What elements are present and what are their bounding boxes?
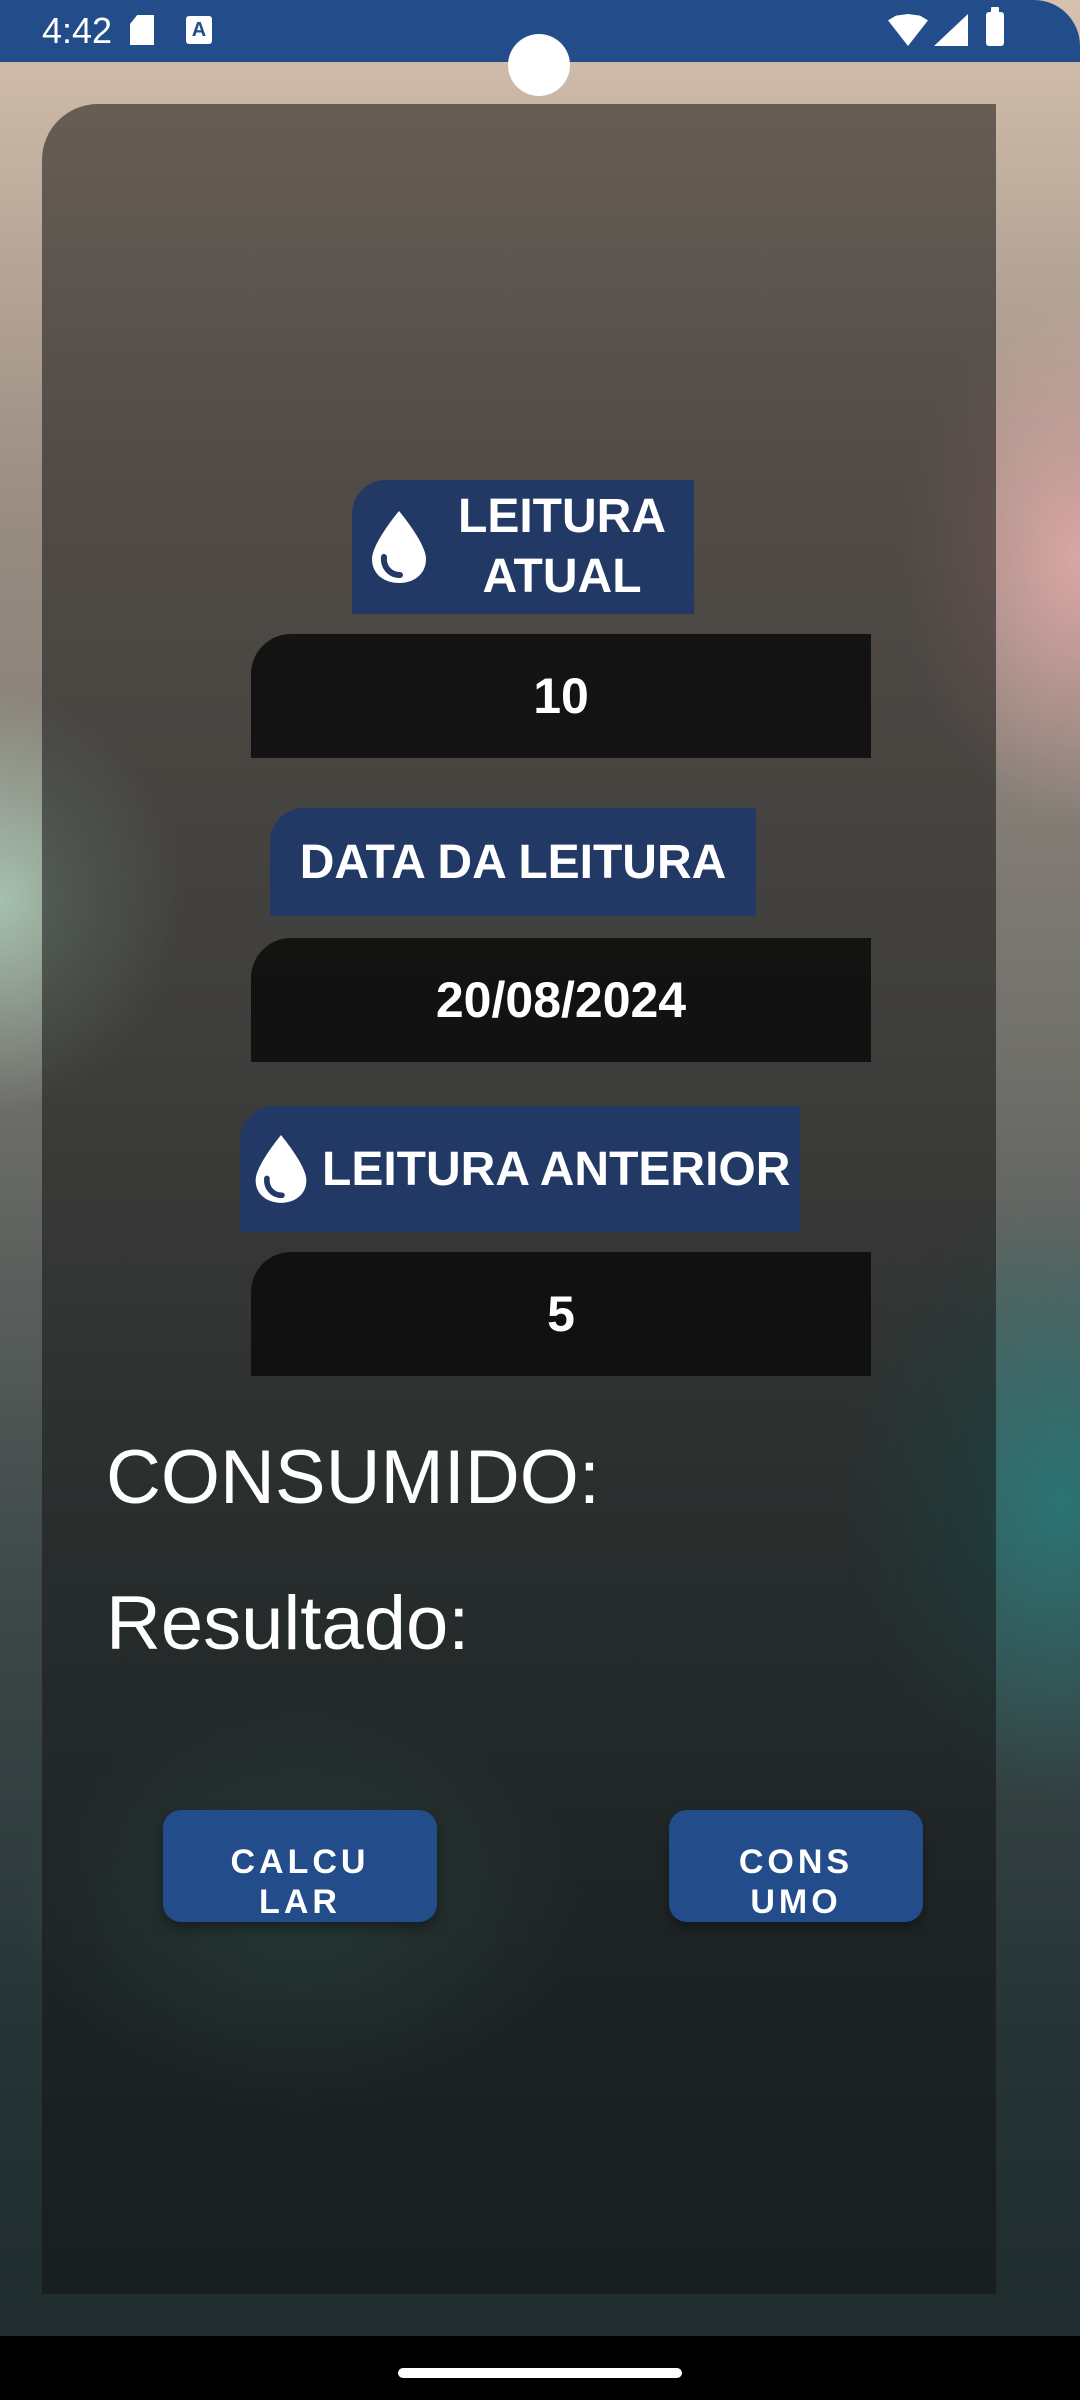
previous-reading-input[interactable]: 5	[251, 1252, 871, 1376]
reading-date-input[interactable]: 20/08/2024	[251, 938, 871, 1062]
previous-reading-label: LEITURA ANTERIOR	[240, 1106, 800, 1232]
app-screen: 4:42 A LEITURA ATUAL 10 DATA DA LEITURA …	[0, 0, 1080, 2400]
consumption-button-label: CONSUMO	[738, 1843, 854, 1921]
previous-reading-label-text: LEITURA ANTERIOR	[322, 1142, 791, 1196]
home-gesture-handle[interactable]	[398, 2368, 682, 2378]
camera-cutout	[508, 34, 570, 96]
text-a-icon: A	[186, 16, 212, 44]
navigation-bar	[0, 2336, 1080, 2400]
current-reading-value: 10	[533, 668, 589, 724]
current-reading-label-text: LEITURA ATUAL	[458, 490, 666, 603]
water-drop-icon	[255, 1135, 307, 1203]
wifi-icon	[888, 14, 928, 46]
result-label: Resultado:	[106, 1581, 470, 1666]
reading-date-value: 20/08/2024	[435, 972, 687, 1028]
calculate-button-label: CALCULAR	[230, 1843, 370, 1921]
calculate-button[interactable]: CALCULAR	[163, 1810, 437, 1922]
current-reading-input[interactable]: 10	[251, 634, 871, 758]
main-card: LEITURA ATUAL 10 DATA DA LEITURA 20/08/2…	[42, 104, 996, 2294]
current-reading-label: LEITURA ATUAL	[352, 480, 694, 614]
signal-icon	[934, 14, 968, 46]
consumption-button[interactable]: CONSUMO	[669, 1810, 923, 1922]
previous-reading-value: 5	[547, 1286, 575, 1342]
reading-date-label-text: DATA DA LEITURA	[299, 835, 727, 889]
status-time: 4:42	[42, 10, 113, 51]
battery-icon	[986, 7, 1004, 46]
reading-date-label: DATA DA LEITURA	[270, 808, 756, 916]
consumed-label: CONSUMIDO:	[106, 1435, 600, 1520]
water-drop-icon	[372, 511, 426, 583]
sd-card-icon	[130, 15, 154, 45]
